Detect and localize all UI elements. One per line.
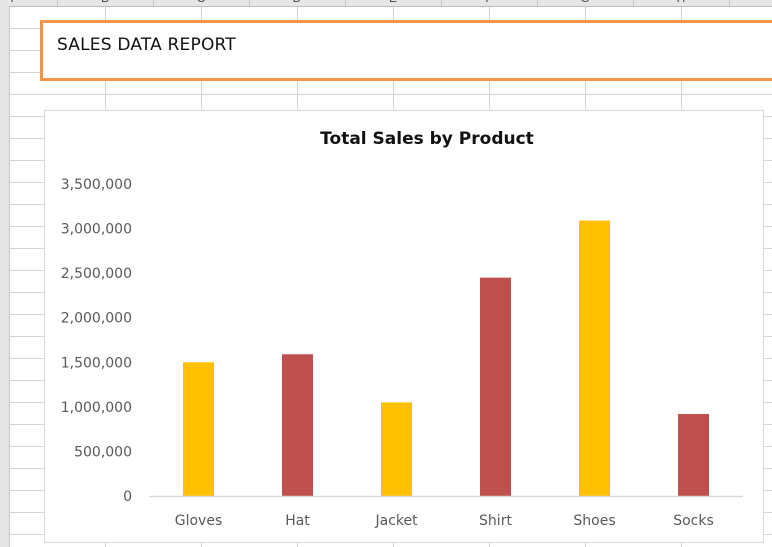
column-header-g[interactable]: G [537, 0, 634, 6]
column-header[interactable]: ABCDEFGH [9, 0, 772, 7]
x-tick-label: Hat [285, 513, 310, 529]
chart-area[interactable]: Total Sales by Product 0 500,000 1,000,000… [44, 110, 764, 543]
y-tick-label: 1,000,000 [61, 400, 132, 416]
y-tick-label: 2,000,000 [61, 311, 132, 327]
column-header-b[interactable]: B [57, 0, 154, 6]
y-tick-label: 2,500,000 [61, 266, 132, 282]
y-tick-label: 500,000 [74, 444, 132, 460]
x-tick-label: Jacket [374, 513, 418, 529]
bar-shoes[interactable] [579, 220, 610, 496]
x-axis-tick-labels: Gloves Hat Jacket Shirt Shoes Socks [175, 513, 714, 529]
x-tick-label: Shirt [479, 513, 512, 529]
y-tick-label: 3,500,000 [61, 177, 132, 193]
column-header-d[interactable]: D [249, 0, 346, 6]
column-header-a[interactable]: A [9, 0, 58, 6]
chart-title: Total Sales by Product [320, 129, 534, 149]
y-axis-tick-labels: 0 500,000 1,000,000 1,500,000 2,000,000 2,500… [61, 177, 132, 505]
x-tick-label: Gloves [175, 513, 223, 529]
bar-socks[interactable] [678, 413, 709, 496]
column-header-e[interactable]: E [345, 0, 442, 6]
column-header-h[interactable]: H [633, 0, 730, 6]
x-tick-label: Shoes [573, 513, 615, 529]
bar-jacket[interactable] [381, 402, 412, 496]
y-tick-label: 3,000,000 [61, 222, 132, 238]
y-tick-label: 1,500,000 [61, 355, 132, 371]
bar-hat[interactable] [282, 354, 313, 496]
bar-gloves[interactable] [183, 362, 214, 496]
bars [183, 220, 709, 496]
report-title: SALES DATA REPORT [57, 35, 236, 55]
x-tick-label: Socks [673, 513, 714, 529]
bar-chart: Total Sales by Product 0 500,000 1,000,000… [61, 129, 743, 529]
row-header[interactable] [0, 0, 10, 547]
y-tick-label: 0 [123, 489, 132, 505]
report-title-box[interactable]: SALES DATA REPORT [40, 20, 772, 81]
column-header-f[interactable]: F [441, 0, 538, 6]
column-header-c[interactable]: C [153, 0, 250, 6]
bar-shirt[interactable] [480, 277, 511, 496]
